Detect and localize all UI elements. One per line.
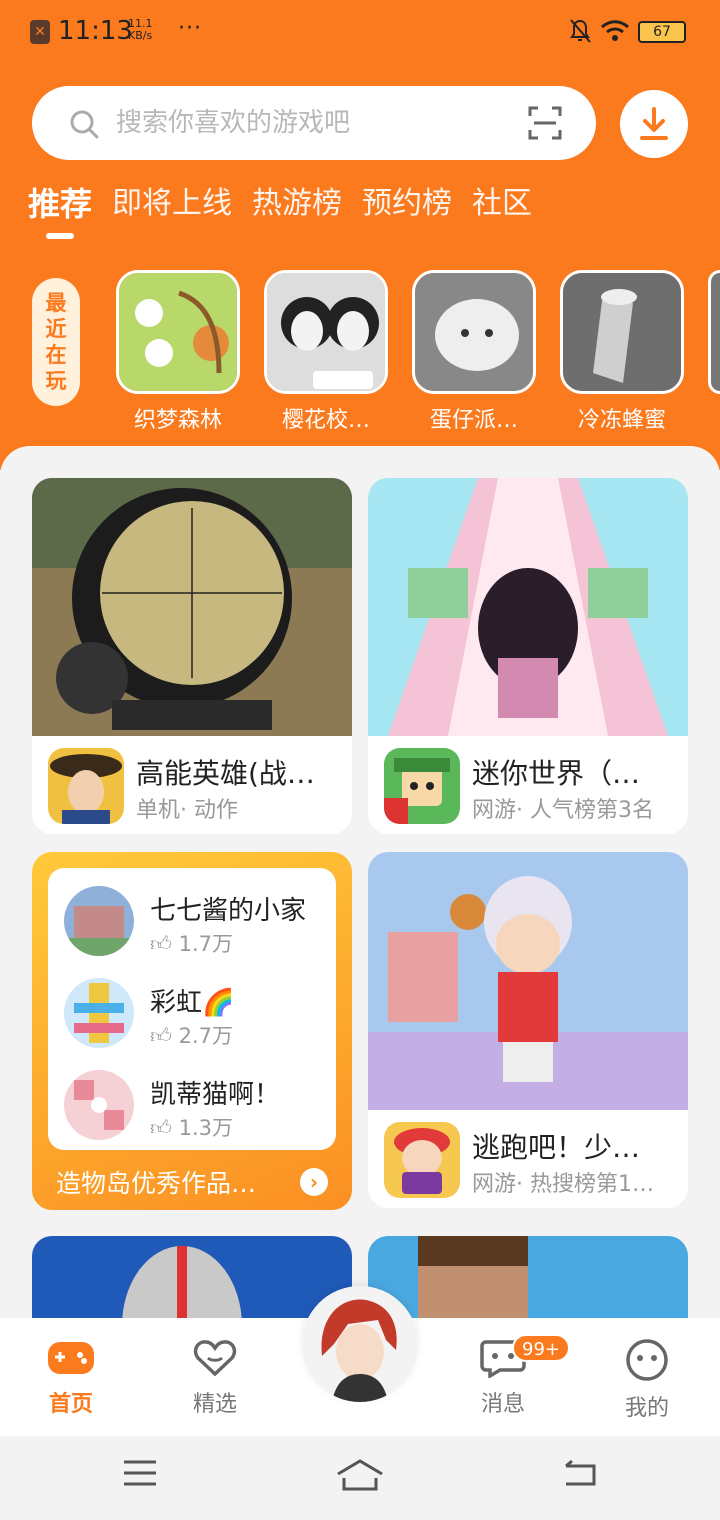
system-navigation-bar xyxy=(0,1436,720,1520)
game-thumbnail xyxy=(560,270,684,394)
battery-indicator: 67 xyxy=(638,21,686,43)
game-name: 樱花校… xyxy=(281,408,370,433)
status-time: 11:13 xyxy=(58,16,133,46)
game-icon xyxy=(384,1122,460,1198)
like-count: 👍︎ 2.7万 xyxy=(150,1024,234,1048)
gamepad-icon xyxy=(48,1342,94,1374)
more-status-icon: ··· xyxy=(178,16,202,41)
game-tags: 网游· 人气榜第3名 xyxy=(472,798,654,823)
message-count-badge: 99+ xyxy=(512,1334,570,1362)
game-icon xyxy=(48,748,124,824)
list-item[interactable]: 七七酱的小家 👍︎ 1.7万 xyxy=(64,886,324,962)
game-screenshot xyxy=(368,478,688,736)
work-thumbnail xyxy=(64,978,134,1048)
back-icon[interactable] xyxy=(560,1458,598,1488)
game-title: 迷你世界（… xyxy=(472,757,641,790)
tab-hot-chart[interactable]: 热游榜 xyxy=(252,180,342,240)
recently-played-label[interactable]: 最近在玩 xyxy=(32,278,80,406)
nav-me[interactable]: 我的 xyxy=(602,1338,692,1422)
game-title: 逃跑吧！少… xyxy=(472,1131,641,1164)
ugc-list: 七七酱的小家 👍︎ 1.7万 彩虹🌈 👍︎ 2.7万 凯蒂猫啊！ 👍︎ 1.3万 xyxy=(48,868,336,1150)
home-icon[interactable] xyxy=(336,1458,384,1492)
notification-app-icon: ✕ xyxy=(30,20,50,44)
heart-icon xyxy=(193,1340,237,1377)
wifi-icon xyxy=(601,20,629,41)
game-name: 蛋仔派… xyxy=(429,408,518,433)
nav-home[interactable]: 首页 xyxy=(26,1338,116,1418)
scan-icon[interactable] xyxy=(528,106,562,140)
list-item[interactable]: 凯蒂猫啊！ 👍︎ 1.3万 xyxy=(64,1070,324,1146)
game-tags: 网游· 热搜榜第1… xyxy=(472,1172,654,1197)
tab-upcoming[interactable]: 即将上线 xyxy=(112,180,232,240)
game-card[interactable]: 迷你世界（… 网游· 人气榜第3名 xyxy=(368,478,688,834)
game-name: 冷冻蜂蜜 xyxy=(577,408,666,433)
list-item[interactable]: 彩虹🌈 👍︎ 2.7万 xyxy=(64,978,324,1054)
work-title: 凯蒂猫啊！ xyxy=(150,1080,281,1110)
game-tags: 单机· 动作 xyxy=(136,798,238,823)
work-thumbnail xyxy=(64,1070,134,1140)
work-title: 彩虹🌈 xyxy=(150,988,235,1018)
search-icon xyxy=(70,110,99,139)
thumbs-up-icon: 👍︎ xyxy=(150,932,172,956)
assistant-avatar[interactable] xyxy=(302,1286,418,1402)
game-icon xyxy=(384,748,460,824)
game-screenshot xyxy=(32,478,352,736)
like-count: 👍︎ 1.7万 xyxy=(150,932,234,956)
like-count: 👍︎ 1.3万 xyxy=(150,1116,234,1140)
network-speed: 11.1 KB/s xyxy=(128,17,153,42)
download-icon xyxy=(640,107,668,140)
game-card[interactable]: 逃跑吧！少… 网游· 热搜榜第1… xyxy=(368,852,688,1208)
profile-face-icon xyxy=(626,1339,668,1381)
ugc-collection-card[interactable]: 七七酱的小家 👍︎ 1.7万 彩虹🌈 👍︎ 2.7万 凯蒂猫啊！ 👍︎ 1.3万… xyxy=(32,852,352,1210)
recent-game-item[interactable]: 樱花校… xyxy=(264,270,388,434)
nav-featured[interactable]: 精选 xyxy=(170,1338,260,1418)
chevron-right-icon[interactable]: › xyxy=(300,1168,328,1196)
menu-icon[interactable] xyxy=(122,1458,158,1488)
recent-game-item[interactable]: 蛋仔派… xyxy=(412,270,536,434)
search-bar[interactable]: 搜索你喜欢的游戏吧 xyxy=(32,86,596,160)
game-thumbnail xyxy=(412,270,536,394)
recent-game-item[interactable]: 冷冻蜂蜜 xyxy=(560,270,684,434)
game-card[interactable]: 高能英雄(战… 单机· 动作 xyxy=(32,478,352,834)
game-thumbnail xyxy=(264,270,388,394)
recent-game-item[interactable] xyxy=(708,270,720,394)
ugc-collection-title: 造物岛优秀作品… xyxy=(56,1169,257,1198)
game-screenshot xyxy=(368,852,688,1110)
game-thumbnail xyxy=(116,270,240,394)
recent-game-item[interactable]: 织梦森林 xyxy=(116,270,240,434)
work-title: 七七酱的小家 xyxy=(150,896,307,926)
game-title: 高能英雄(战… xyxy=(136,757,315,790)
tab-reservation-chart[interactable]: 预约榜 xyxy=(362,180,452,240)
status-bar: ✕ 11:13 11.1 KB/s ··· 67 xyxy=(0,0,720,64)
work-thumbnail xyxy=(64,886,134,956)
thumbs-up-icon: 👍︎ xyxy=(150,1116,172,1140)
category-tabs: 推荐 即将上线 热游榜 预约榜 社区 xyxy=(28,180,532,240)
game-thumbnail xyxy=(708,270,720,394)
tab-recommend[interactable]: 推荐 xyxy=(28,180,92,240)
mute-bell-icon xyxy=(570,19,591,43)
thumbs-up-icon: 👍︎ xyxy=(150,1024,172,1048)
download-button[interactable] xyxy=(620,90,688,158)
tab-community[interactable]: 社区 xyxy=(472,180,532,240)
search-input[interactable]: 搜索你喜欢的游戏吧 xyxy=(116,104,350,142)
game-name: 织梦森林 xyxy=(133,408,222,433)
